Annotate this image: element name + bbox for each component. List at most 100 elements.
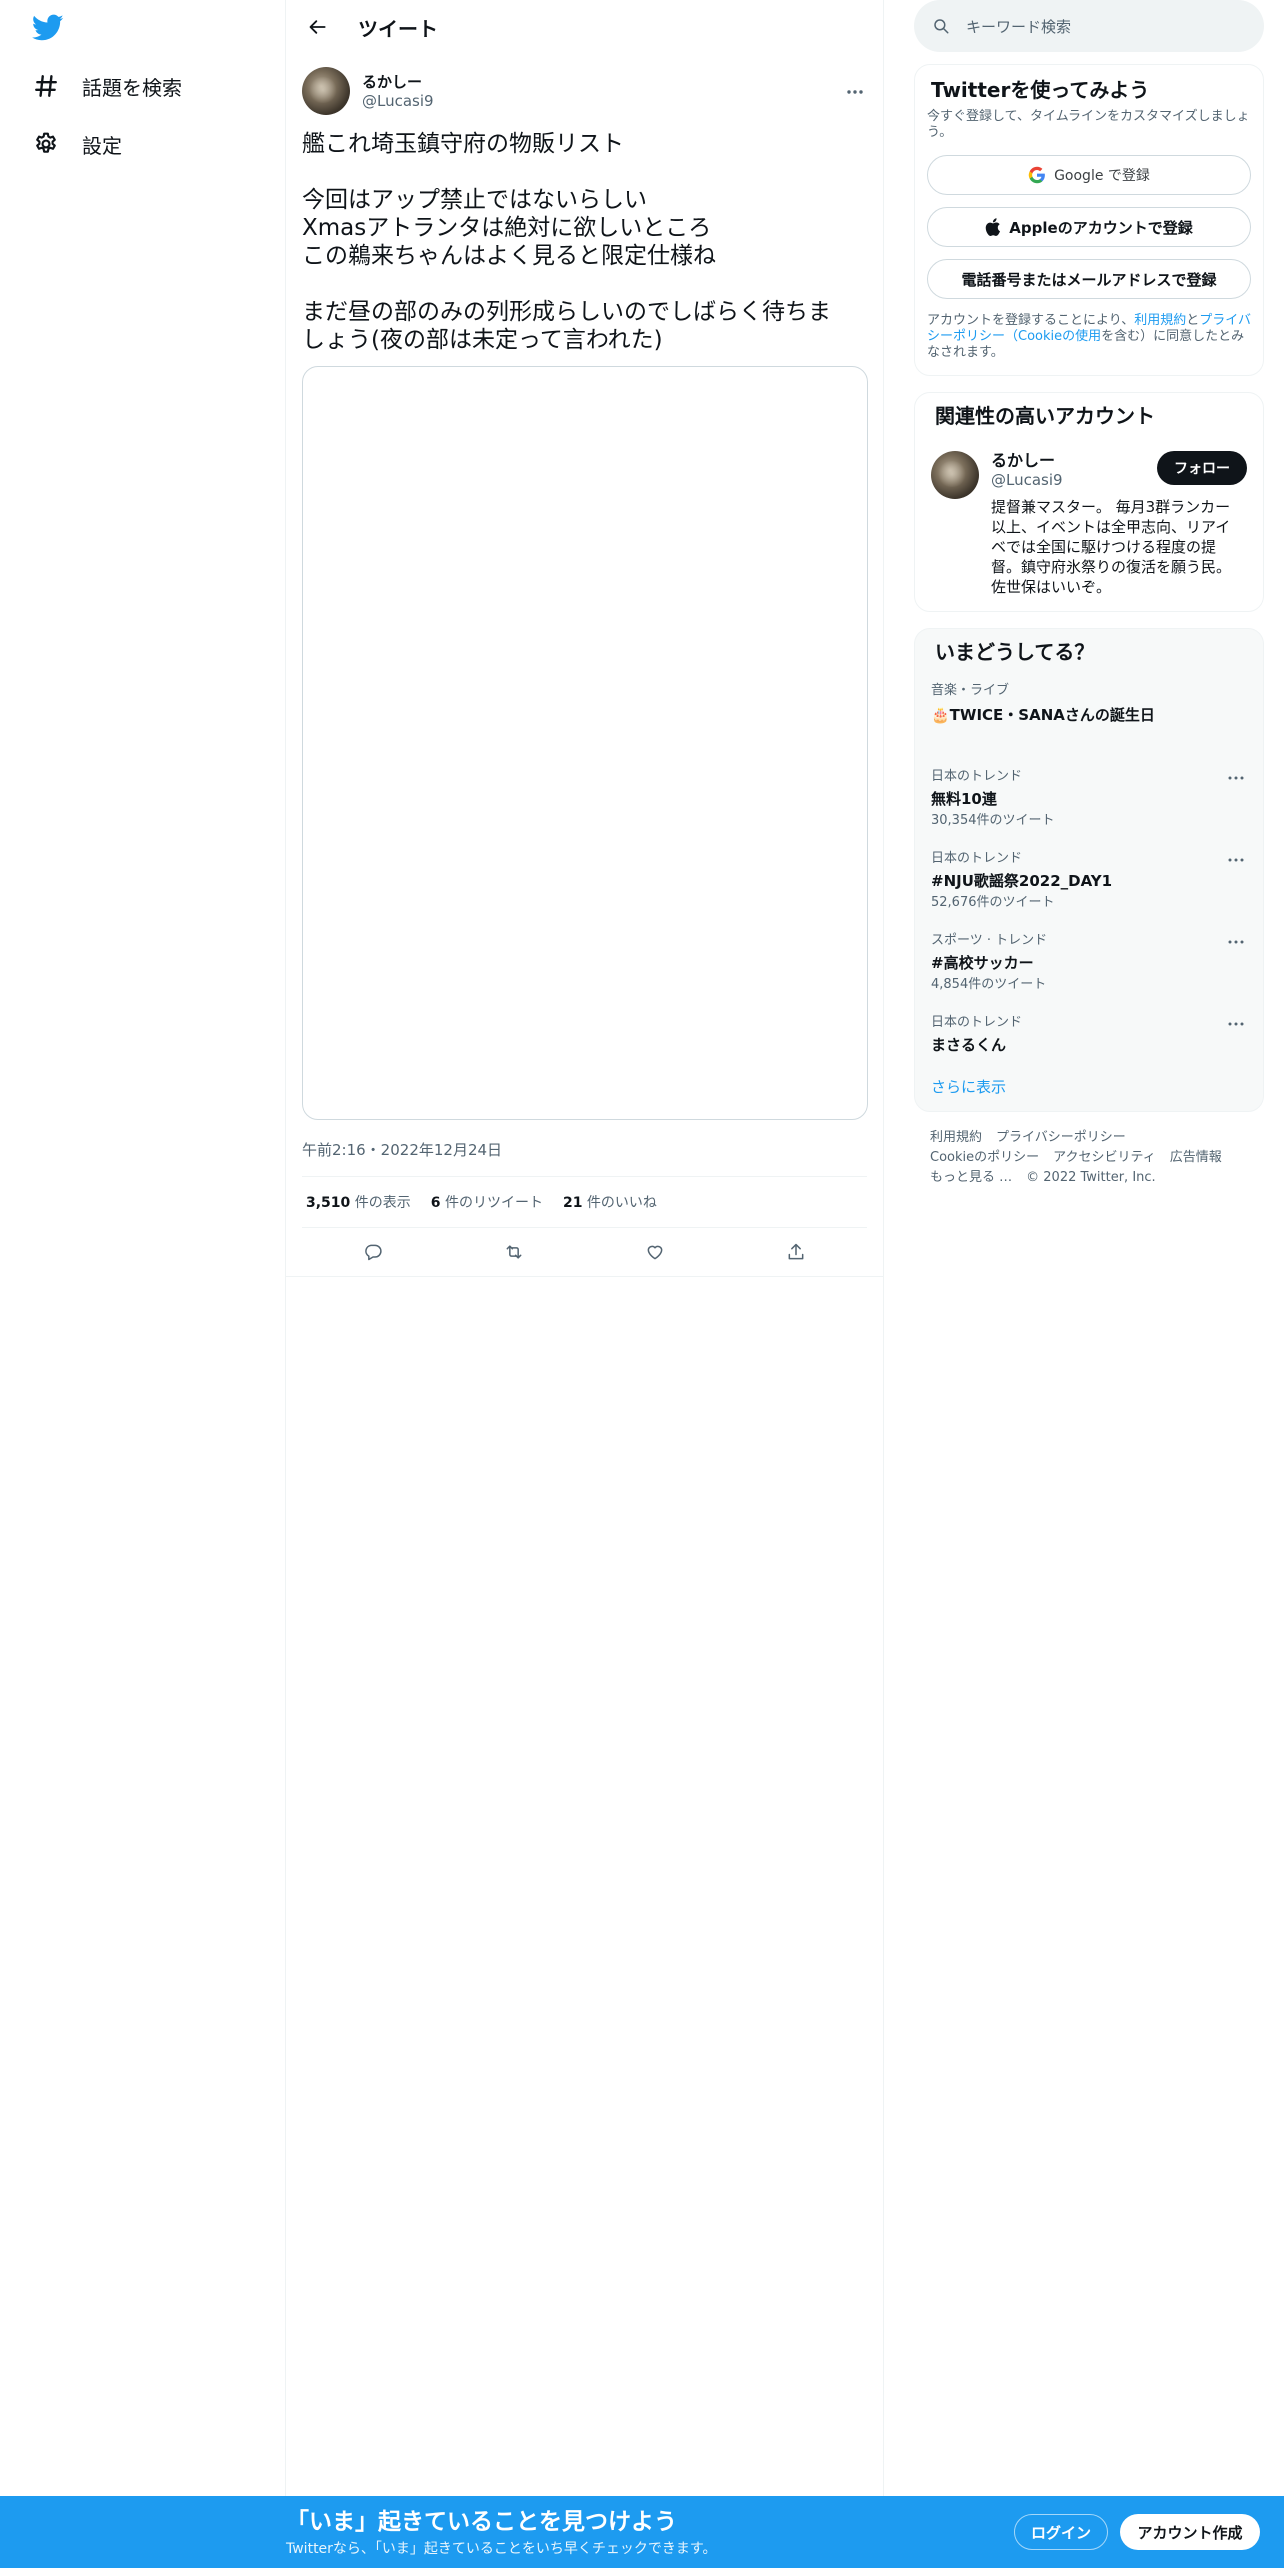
reply-icon[interactable] (356, 1235, 390, 1269)
gear-icon (20, 131, 72, 157)
trends-title: いまどうしてる？ (935, 640, 1095, 664)
signup-card: Twitterを使ってみよう 今すぐ登録して、タイムラインをカスタマイズしましょ… (914, 64, 1264, 376)
more-options-icon[interactable] (1225, 933, 1247, 951)
tweet-line: 今回はアップ禁止ではないらしい (302, 187, 647, 213)
tweet-line (302, 270, 867, 298)
avatar[interactable] (302, 67, 350, 115)
nav-item-label: 話題を検索 (82, 75, 182, 100)
trend-meta: スポーツ · トレンド (931, 933, 1048, 948)
related-title: 関連性の高いアカウント (935, 404, 1155, 428)
follow-button[interactable]: フォロー (1157, 451, 1247, 485)
trend-meta: 日本のトレンド (931, 769, 1023, 784)
signup-title: Twitterを使ってみよう (931, 78, 1150, 102)
show-more-link[interactable]: さらに表示 (931, 1077, 1247, 1101)
search-input[interactable]: キーワード検索 (914, 0, 1264, 52)
trend-meta: 音楽・ライブ (931, 683, 1010, 698)
search-icon (932, 17, 950, 35)
nav-item-label: 設定 (82, 133, 122, 158)
more-options-icon[interactable] (843, 82, 867, 102)
trends-card: いまどうしてる？ 音楽・ライブ 🎂TWICE・SANAさんの誕生日 日本のトレン… (914, 628, 1264, 1112)
trend-name: #高校サッカー (931, 954, 1034, 972)
footer-link[interactable]: 広告情報 (1170, 1150, 1222, 1165)
signup-legal-text: アカウントを登録することにより、利用規約とプライバシーポリシー（Cookieの使… (927, 313, 1252, 360)
trend-item[interactable]: 日本のトレンド #NJU歌謡祭2022_DAY1 52,676件のツイート (931, 851, 1247, 933)
tweet-actions (302, 1228, 867, 1276)
related-account[interactable]: るかしー @Lucasi9 提督兼マスター。 毎月3群ランカー以上、イベントは全… (931, 451, 1247, 597)
author-display-name[interactable]: るかしー (362, 72, 434, 92)
google-signup-label: Google で登録 (1054, 168, 1150, 184)
footer-link[interactable]: もっと見る … (930, 1170, 1012, 1185)
retweet-icon[interactable] (497, 1235, 531, 1269)
trend-meta: 日本のトレンド (931, 851, 1023, 866)
cookie-link[interactable]: （Cookieの使用 (1005, 329, 1101, 344)
tweet-timestamp[interactable]: 午前2:16・2022年12月24日 (302, 1140, 867, 1160)
related-accounts-card: 関連性の高いアカウント るかしー @Lucasi9 提督兼マスター。 毎月3群ラ… (914, 392, 1264, 612)
trend-item[interactable]: 日本のトレンド 無料10連 30,354件のツイート (931, 769, 1247, 851)
more-options-icon[interactable] (1225, 1015, 1247, 1033)
page-header: ツイート (286, 0, 883, 54)
bottom-bar-title: 「いま」起きていることを見つけよう (286, 2509, 677, 2535)
search-placeholder: キーワード検索 (966, 17, 1072, 36)
apple-signup-label: Appleのアカウントで登録 (1009, 218, 1193, 237)
tweet-media[interactable] (302, 366, 868, 1120)
google-icon (1028, 166, 1046, 184)
nav-item-settings[interactable]: 設定 (20, 118, 122, 170)
more-options-icon[interactable] (1225, 769, 1247, 787)
retweet-count[interactable]: 6 件のリツイート (431, 1192, 543, 1212)
avatar[interactable] (931, 451, 979, 499)
phone-email-signup-button[interactable]: 電話番号またはメールアドレスで登録 (927, 259, 1251, 299)
trend-item[interactable]: 日本のトレンド まさるくん (931, 1015, 1247, 1059)
tweet-author[interactable]: るかしー @Lucasi9 (302, 64, 867, 118)
like-count[interactable]: 21 件のいいね (563, 1192, 657, 1212)
copyright: © 2022 Twitter, Inc. (1026, 1170, 1156, 1185)
phone-email-signup-label: 電話番号またはメールアドレスで登録 (961, 270, 1217, 289)
google-signup-button[interactable]: Google で登録 (927, 155, 1251, 195)
related-bio: 提督兼マスター。 毎月3群ランカー以上、イベントは全甲志向、リアイベでは全国に駆… (991, 498, 1232, 596)
signup-subtitle: 今すぐ登録して、タイムラインをカスタマイズしましょう。 (927, 109, 1250, 140)
terms-link[interactable]: 利用規約 (1134, 313, 1186, 328)
trend-meta: 日本のトレンド (931, 1015, 1023, 1030)
divider (286, 1276, 883, 1277)
left-navigation: 話題を検索 設定 (0, 0, 286, 2496)
bottom-bar-subtitle: Twitterなら、「いま」起きていることをいち早くチェックできます。 (286, 2541, 717, 2557)
trend-name: 無料10連 (931, 790, 997, 808)
footer-link[interactable]: アクセシビリティ (1053, 1150, 1156, 1165)
signup-button[interactable]: アカウント作成 (1120, 2514, 1260, 2550)
tweet: るかしー @Lucasi9 艦これ埼玉鎮守府の物販リスト 今回はアップ禁止ではな… (286, 64, 883, 1276)
nav-item-explore[interactable]: 話題を検索 (20, 60, 182, 112)
tweet-line: この鵜来ちゃんはよく見ると限定仕様ね (302, 243, 716, 269)
apple-icon (985, 218, 1001, 236)
trend-count: 52,676件のツイート (931, 895, 1055, 910)
login-button[interactable]: ログイン (1014, 2514, 1108, 2550)
author-handle[interactable]: @Lucasi9 (362, 92, 434, 110)
twitter-bird-icon[interactable] (31, 14, 64, 42)
tweet-stats: 3,510 件の表示 6 件のリツイート 21 件のいいね (302, 1176, 867, 1228)
trend-count: 30,354件のツイート (931, 813, 1055, 828)
tweet-line: 艦これ埼玉鎮守府の物販リスト (302, 131, 624, 157)
more-options-icon[interactable] (1225, 851, 1247, 869)
trend-name: #NJU歌謡祭2022_DAY1 (931, 872, 1113, 890)
apple-signup-button[interactable]: Appleのアカウントで登録 (927, 207, 1251, 247)
trend-name: まさるくん (931, 1036, 1007, 1054)
view-count: 3,510 件の表示 (306, 1195, 411, 1211)
page-title: ツイート (358, 16, 438, 41)
trend-count: 4,854件のツイート (931, 977, 1047, 992)
tweet-line: まだ昼の部のみの列形成らしいのでしばらく待ちま (302, 299, 831, 325)
bottom-signup-bar: 「いま」起きていることを見つけよう Twitterなら、「いま」起きていることを… (0, 2496, 1284, 2568)
share-icon[interactable] (779, 1235, 813, 1269)
footer-link[interactable]: プライバシーポリシー (996, 1130, 1126, 1145)
footer-link[interactable]: 利用規約 (930, 1130, 982, 1145)
footer-link[interactable]: Cookieのポリシー (930, 1150, 1039, 1165)
right-sidebar: キーワード検索 Twitterを使ってみよう 今すぐ登録して、タイムラインをカス… (914, 0, 1264, 1204)
tweet-line: Xmasアトランタは絶対に欲しいところ (302, 215, 712, 241)
trend-item[interactable]: 音楽・ライブ 🎂TWICE・SANAさんの誕生日 (931, 683, 1247, 769)
tweet-detail-column: ツイート るかしー @Lucasi9 艦これ埼玉鎮守府の物販リスト 今回はアップ… (286, 0, 884, 2496)
arrow-left-icon[interactable] (302, 11, 334, 43)
footer-links: 利用規約 プライバシーポリシー Cookieのポリシー アクセシビリティ 広告情報 も… (914, 1112, 1264, 1204)
trend-name: 🎂TWICE・SANAさんの誕生日 (931, 706, 1155, 724)
like-icon[interactable] (638, 1235, 672, 1269)
tweet-line (302, 158, 867, 186)
tweet-line: しょう(夜の部は未定って言われた) (302, 327, 663, 353)
trend-item[interactable]: スポーツ · トレンド #高校サッカー 4,854件のツイート (931, 933, 1247, 1015)
hashtag-icon (20, 73, 72, 99)
